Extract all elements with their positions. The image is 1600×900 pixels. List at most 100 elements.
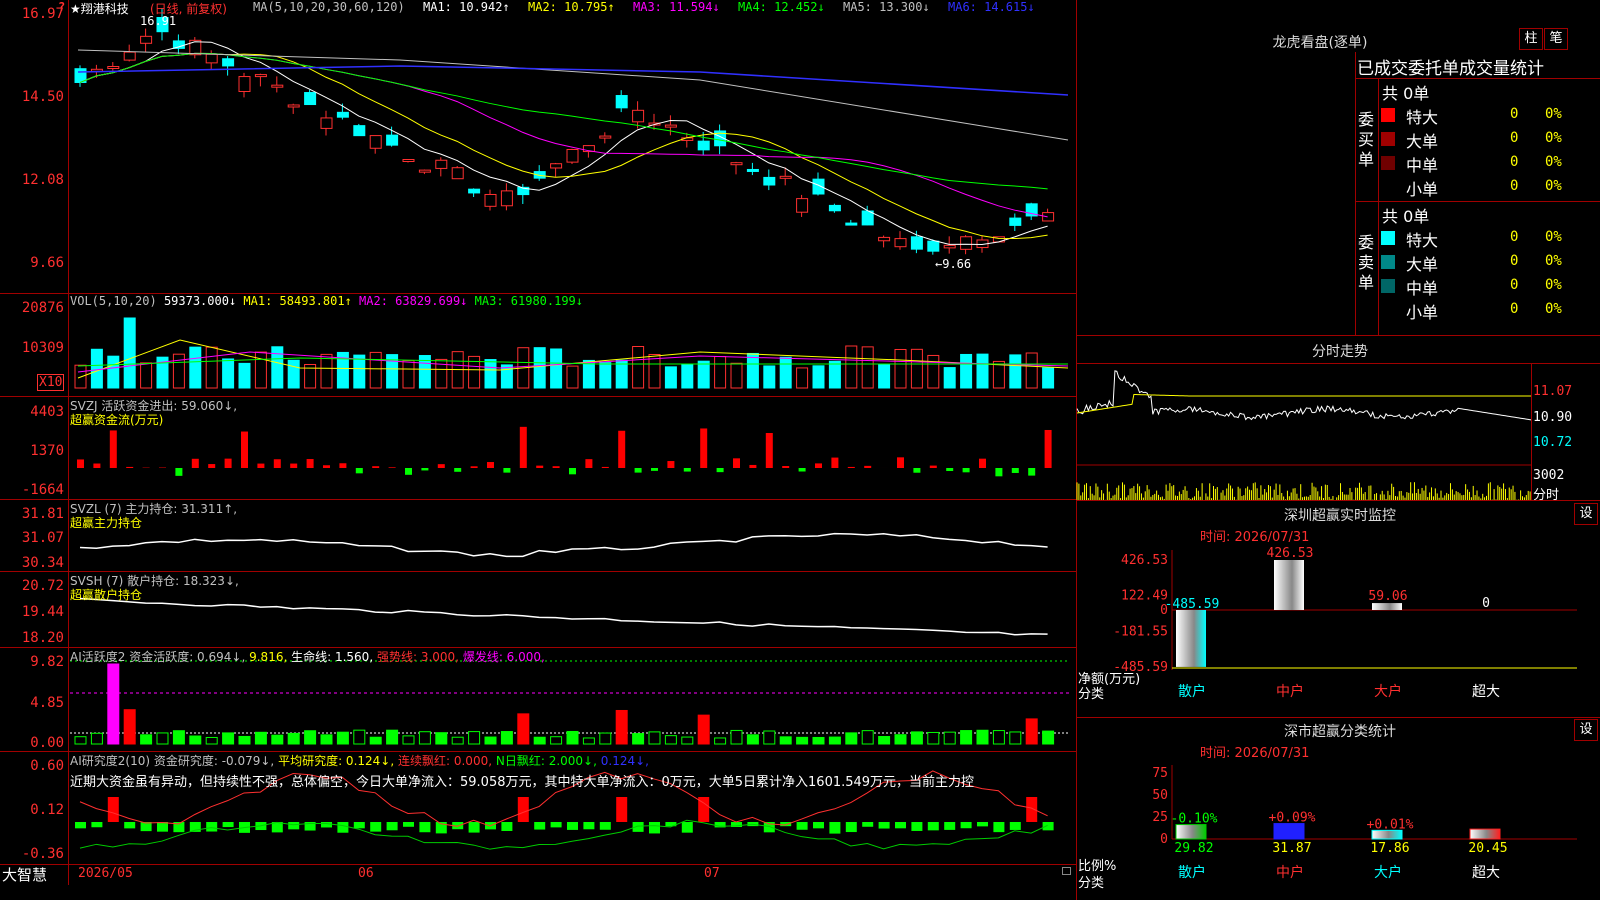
lock-icon[interactable] — [1062, 867, 1071, 875]
candle-body — [796, 198, 809, 213]
activity-bar — [828, 736, 841, 745]
flow-bar — [372, 466, 380, 468]
research-bar — [75, 822, 86, 829]
sell-swatch — [1381, 255, 1395, 269]
research-bar — [813, 822, 824, 829]
flow-bar — [388, 467, 396, 468]
flow-bar — [470, 466, 478, 468]
buy-row[interactable]: 特大 0 0% — [1380, 104, 1600, 127]
intraday-chart[interactable] — [1076, 363, 1533, 500]
sh-ylabel: 75 — [1152, 766, 1168, 781]
flow-bar — [421, 468, 429, 471]
sh-stats-title: 深市超赢分类统计 — [1284, 724, 1396, 740]
research-bar — [534, 822, 546, 830]
intraday-price-high: 11.07 — [1533, 384, 1573, 399]
activity-bar — [74, 736, 87, 745]
sz-category: 中户 — [1276, 683, 1304, 700]
flow-bar — [1028, 468, 1036, 476]
sell-pct: 0% — [1545, 253, 1562, 269]
ai2-comment: 近期大资金虽有异动，但持续性不强，总体偏空，今日大单净流入：59.058万元，其… — [70, 775, 975, 790]
svsh-ylabel-1: 20.72 — [21, 578, 64, 594]
volume-bar — [90, 348, 103, 389]
activity-bar — [386, 729, 399, 745]
buy-row[interactable]: 大单 0 0% — [1380, 128, 1600, 151]
sz-settings-button[interactable]: 设 — [1574, 503, 1598, 525]
flow-bar — [257, 463, 265, 468]
activity-bar — [1042, 730, 1055, 745]
volume-bar — [992, 360, 1005, 389]
volume-bar — [271, 346, 284, 389]
volume-bar — [484, 359, 497, 389]
sell-swatch — [1381, 303, 1395, 317]
candle-body — [730, 162, 743, 166]
volume-bar — [943, 367, 956, 389]
volume-bar — [828, 360, 841, 389]
activity-bar — [1009, 731, 1022, 745]
ai2-v3: 连续飘红: 0.000, — [398, 754, 493, 768]
buy-row[interactable]: 中单 0 0% — [1380, 152, 1600, 175]
intraday-price-line — [1076, 370, 1533, 421]
sell-swatch — [1381, 231, 1395, 245]
volume-bar — [500, 364, 513, 389]
flow-bar — [175, 468, 183, 476]
bar-mode-button[interactable]: 柱 — [1519, 28, 1543, 50]
sz-bar-label: 426.53 — [1267, 546, 1314, 561]
research-bar — [681, 822, 693, 833]
svzl-ylabel-3: 30.34 — [21, 555, 64, 571]
flow-bar — [601, 466, 609, 468]
svsh-sub: 超赢散户持仓 — [70, 588, 143, 602]
buy-num: 0 — [1510, 178, 1519, 194]
intraday-price-mid: 10.90 — [1533, 410, 1573, 425]
volume-bar — [123, 317, 136, 389]
flow-bar — [782, 466, 790, 468]
flow-bar — [815, 463, 822, 468]
candle-body — [845, 222, 858, 226]
activity-bar — [681, 736, 694, 745]
volume-bar — [664, 366, 677, 389]
candle-body — [107, 66, 120, 70]
sell-side-label: 委卖单 — [1358, 233, 1375, 292]
sz-category: 散户 — [1178, 683, 1206, 700]
buy-label: 大单 — [1406, 132, 1439, 151]
sell-row[interactable]: 小单 0 0% — [1380, 299, 1600, 322]
flow-bar — [552, 466, 560, 468]
sell-row[interactable]: 大单 0 0% — [1380, 251, 1600, 274]
stock-name[interactable]: ★翔港科技 — [70, 0, 129, 17]
research-bar — [206, 822, 218, 832]
buy-num: 0 — [1510, 106, 1519, 122]
research-bar — [386, 822, 398, 831]
sell-row[interactable]: 特大 0 0% — [1380, 227, 1600, 250]
volume-bar — [189, 346, 202, 389]
activity-bar — [927, 731, 940, 745]
ai2-ylabel-2: 0.12 — [30, 802, 64, 818]
high-marker: 16.91 — [140, 14, 177, 28]
activity-bar — [976, 729, 989, 745]
activity-bar — [894, 734, 907, 745]
sz-net-bar-chart[interactable]: 426.53122.490-181.55-485.59-485.59散户426.… — [1077, 540, 1600, 715]
candle-body — [386, 134, 399, 146]
activity-bar — [304, 730, 317, 745]
candle-body — [238, 76, 251, 92]
research-bar — [845, 822, 857, 833]
holding-line — [79, 532, 1048, 558]
sell-row[interactable]: 中单 0 0% — [1380, 275, 1600, 298]
research-bar — [419, 822, 431, 833]
pen-mode-button[interactable]: 笔 — [1544, 28, 1568, 50]
sh-category: 超大 — [1472, 865, 1500, 881]
sh-settings-button[interactable]: 设 — [1574, 719, 1598, 741]
candle-body — [205, 53, 218, 64]
research-bar — [960, 822, 972, 829]
buy-num: 0 — [1510, 154, 1519, 170]
candle-body — [254, 74, 267, 78]
buy-swatch — [1381, 132, 1395, 146]
svzj-ylabel-1: 4403 — [30, 404, 64, 420]
buy-row[interactable]: 小单 0 0% — [1380, 176, 1600, 199]
vol-header: VOL(5,10,20) 59373.000↓ MA1: 58493.801↑ … — [70, 294, 583, 308]
research-bar — [796, 822, 808, 830]
activity-bar — [271, 734, 284, 745]
sh-ratio-bar-chart[interactable]: 75 50 25 0-0.10% 29.82 散户 +0.09% 31.87 中户 +0.01% 1… — [1077, 755, 1600, 900]
flow-bar — [618, 430, 626, 468]
flow-bar — [224, 458, 232, 468]
candle-body — [910, 236, 923, 250]
buy-count: 共 0单 — [1382, 84, 1430, 103]
